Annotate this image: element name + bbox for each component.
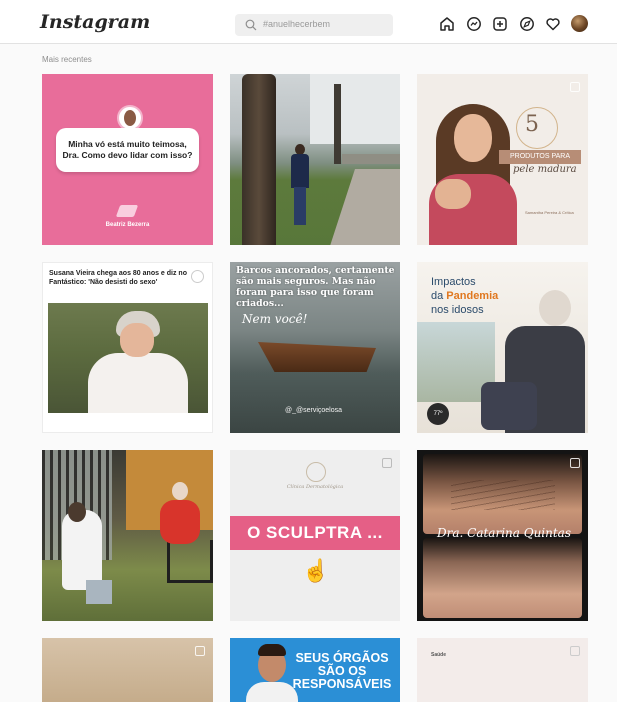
- post-tile[interactable]: Clínica Dermatológica O SCULPTRA ... ☝: [230, 450, 400, 621]
- person-photo: [289, 144, 311, 229]
- post-tile[interactable]: Saúde: [417, 638, 588, 702]
- post-handle: @_@serviçoelosa: [285, 407, 343, 414]
- post-tile[interactable]: Barcos ancorados, certamente são mais se…: [230, 262, 400, 433]
- explore-icon[interactable]: [519, 16, 535, 32]
- multiple-images-icon: [382, 458, 392, 468]
- post-quote: Barcos ancorados, certamente são mais se…: [236, 265, 395, 310]
- post-label: Saúde: [431, 652, 447, 658]
- home-icon[interactable]: [439, 16, 455, 32]
- profile-avatar[interactable]: [571, 15, 588, 32]
- post-signature: Dra. Catarina Quintas: [437, 526, 571, 540]
- new-post-icon[interactable]: [492, 16, 508, 32]
- post-tile[interactable]: Impactos da Pandemia nos idosos 77º: [417, 262, 588, 433]
- post-headline: SEUS ÓRGÃOS SÃO OS RESPONSÁVEIS: [292, 651, 392, 692]
- post-footer: Samantha Pereira & Crítica: [525, 210, 574, 215]
- search-icon: [245, 19, 257, 31]
- instagram-logo[interactable]: Instagram: [40, 11, 150, 33]
- post-tile[interactable]: [230, 74, 400, 245]
- post-script-text: Nem você!: [242, 312, 308, 326]
- clinic-logo-icon: [306, 462, 326, 482]
- chevron-down-icon[interactable]: ⌄: [106, 16, 114, 27]
- boat-image: [258, 342, 376, 372]
- post-tile[interactable]: 5 PRODUTOS PARA pele madura Samantha Per…: [417, 74, 588, 245]
- messenger-icon[interactable]: [466, 16, 482, 32]
- brand-name: Beatriz Bezerra: [105, 222, 150, 228]
- post-tile[interactable]: [42, 450, 213, 621]
- post-title-line2: da Pandemia: [431, 290, 499, 302]
- section-label: Mais recentes: [42, 55, 92, 64]
- search-placeholder: #anuelhecerbem: [263, 19, 331, 29]
- multiple-images-icon: [570, 82, 580, 92]
- post-subtitle: pele madura: [513, 164, 577, 175]
- news-photo: [48, 303, 208, 413]
- post-bubble-text: Minha vó está muito teimosa, Dra. Como d…: [56, 128, 199, 172]
- post-title-line1: Impactos: [431, 276, 476, 288]
- multiple-images-icon: [570, 458, 580, 468]
- post-tile[interactable]: SEUS ÓRGÃOS SÃO OS RESPONSÁVEIS: [230, 638, 400, 702]
- search-input[interactable]: #anuelhecerbem: [235, 14, 393, 36]
- news-headline: Susana Vieira chega aos 80 anos e diz no…: [49, 270, 187, 287]
- post-badge: 77º: [427, 403, 449, 425]
- heart-icon[interactable]: [545, 16, 561, 32]
- post-tile[interactable]: Dra. Catarina Quintas: [417, 450, 588, 621]
- tree-trunk: [242, 74, 276, 245]
- post-title-line3: nos idosos: [431, 304, 484, 316]
- publisher-logo-icon: [191, 270, 204, 283]
- post-tile[interactable]: Minha vó está muito teimosa, Dra. Como d…: [42, 74, 213, 245]
- clinic-name: Clínica Dermatológica: [286, 484, 344, 490]
- post-tile[interactable]: Susana Vieira chega aos 80 anos e diz no…: [42, 262, 213, 433]
- top-navigation-bar: Instagram ⌄ #anuelhecerbem: [0, 0, 617, 44]
- post-band-title: O SCULPTRA ...: [230, 516, 400, 550]
- post-number: 5: [525, 112, 539, 137]
- multiple-images-icon: [570, 646, 580, 656]
- swipe-hand-icon: ☝: [302, 558, 330, 583]
- brand-logo-icon: [115, 205, 139, 217]
- post-tile[interactable]: [42, 638, 213, 702]
- multiple-images-icon: [195, 646, 205, 656]
- post-ribbon-text: PRODUTOS PARA: [499, 150, 581, 164]
